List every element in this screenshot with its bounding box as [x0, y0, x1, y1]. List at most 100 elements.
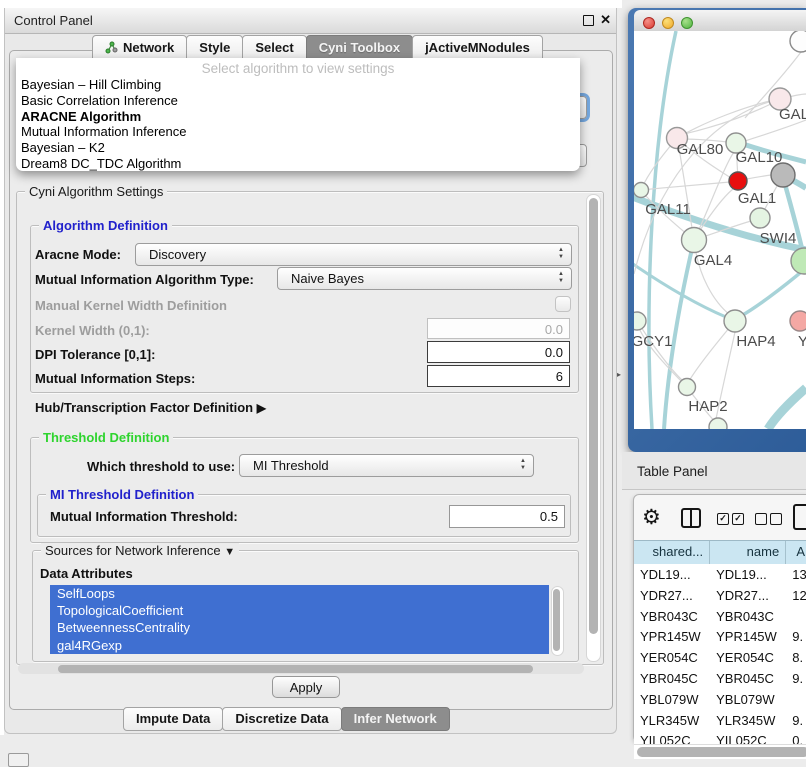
- network-node-hap2[interactable]: [679, 379, 696, 396]
- control-panel-titlebar[interactable]: Control Panel ✕: [5, 8, 616, 34]
- table-settings-button[interactable]: ⚙: [642, 505, 661, 530]
- attributes-scrollbar[interactable]: [551, 586, 564, 656]
- table-cell: YBR045C: [634, 668, 710, 689]
- table-cell: YPR145W: [634, 626, 710, 647]
- cyni-toolbox-page: ▲▼ gal-filtered sif default node ▲▼ Sele…: [9, 50, 613, 710]
- bottom-tab-infer-network[interactable]: Infer Network: [341, 707, 450, 731]
- table-row[interactable]: YPR145WYPR145W9.: [634, 626, 806, 647]
- settings-horizontal-scrollbar[interactable]: [18, 663, 584, 674]
- scrollbar-thumb[interactable]: [637, 747, 806, 757]
- table-row[interactable]: YDL19...YDL19...13: [634, 564, 806, 585]
- deselect-all-columns-button[interactable]: [755, 513, 782, 525]
- node-label-hap2: HAP2: [688, 398, 727, 415]
- mi-steps-field[interactable]: 6: [427, 365, 570, 387]
- kernel-width-field[interactable]: 0.0: [427, 318, 570, 339]
- scrollbar-thumb[interactable]: [589, 198, 598, 634]
- attribute-item-betweennesscentrality[interactable]: BetweennessCentrality: [50, 619, 549, 636]
- page-top-strip: [0, 0, 622, 8]
- tab-cyni-toolbox[interactable]: Cyni Toolbox: [306, 35, 413, 60]
- column-header-name[interactable]: name: [710, 541, 786, 564]
- table-row[interactable]: YDR27...YDR27...12: [634, 585, 806, 606]
- algorithm-option-bayesian-hill-climbing[interactable]: Bayesian – Hill Climbing: [16, 76, 580, 92]
- collapse-down-icon: ▼: [224, 546, 235, 558]
- select-columns-button[interactable]: [681, 508, 701, 528]
- column-header-shared[interactable]: shared...: [634, 541, 710, 564]
- network-node[interactable]: [729, 172, 747, 190]
- table-cell: YIL052C: [710, 730, 786, 744]
- table-panel-body: ⚙ ✓ ✓ shared...nameA YDL19...YDL19...13Y…: [633, 494, 806, 742]
- network-node[interactable]: [709, 418, 727, 429]
- attribute-item-topologicalcoefficient[interactable]: TopologicalCoefficient: [50, 602, 549, 619]
- network-canvas[interactable]: GALGAL80GAL10GAL11GAL1GAL4SWI4GCY1HAP4YH…: [634, 31, 806, 429]
- tab-select[interactable]: Select: [242, 35, 306, 60]
- sources-group-title[interactable]: Sources for Network Inference ▼: [41, 543, 239, 558]
- which-threshold-value: MI Threshold: [253, 458, 329, 473]
- select-all-columns-button[interactable]: ✓ ✓: [717, 513, 744, 525]
- network-icon: [105, 41, 118, 54]
- table-cell: YBR043C: [710, 606, 786, 627]
- aracne-mode-combo[interactable]: Discovery ▲▼: [135, 243, 572, 266]
- tab-label: Style: [199, 40, 230, 55]
- table-rows: YDL19...YDL19...13YDR27...YDR27...12YBR0…: [634, 564, 806, 744]
- table-horizontal-scrollbar[interactable]: [634, 744, 806, 759]
- manual-kernel-checkbox[interactable]: [555, 296, 571, 312]
- apply-button[interactable]: Apply: [272, 676, 340, 698]
- bottom-tab-discretize-data[interactable]: Discretize Data: [222, 707, 341, 731]
- split-pane-handle[interactable]: ▸: [617, 370, 621, 379]
- column-divider: [690, 510, 692, 526]
- close-icon[interactable]: ✕: [600, 12, 611, 28]
- network-node-gal4[interactable]: [682, 228, 707, 253]
- algorithm-option-mutual-information-inference[interactable]: Mutual Information Inference: [16, 123, 580, 139]
- popup-items: Bayesian – Hill ClimbingBasic Correlatio…: [16, 76, 580, 171]
- table-row[interactable]: YLR345WYLR345W9.: [634, 710, 806, 731]
- data-attributes-list[interactable]: SelfLoopsTopologicalCoefficientBetweenne…: [50, 585, 549, 657]
- mi-steps-label: Mutual Information Steps:: [35, 371, 195, 386]
- mi-type-combo[interactable]: Naive Bayes ▲▼: [277, 267, 572, 290]
- hub-definition-toggle[interactable]: Hub/Transcription Factor Definition ▶: [35, 400, 266, 415]
- algorithm-option-dream8-dc-tdc-algorithm[interactable]: Dream8 DC_TDC Algorithm: [16, 155, 580, 171]
- new-table-button[interactable]: [793, 504, 806, 530]
- bottom-tab-impute-data[interactable]: Impute Data: [123, 707, 223, 731]
- tab-label: Cyni Toolbox: [319, 40, 400, 55]
- attribute-item-selfloops[interactable]: SelfLoops: [50, 585, 549, 602]
- table-cell: 9.: [786, 626, 806, 647]
- network-node-gcy1[interactable]: [634, 312, 646, 330]
- network-node[interactable]: [790, 31, 806, 52]
- tab-style[interactable]: Style: [186, 35, 243, 60]
- table-row[interactable]: YBR045CYBR045C9.: [634, 668, 806, 689]
- table-row[interactable]: YBR043CYBR043C: [634, 606, 806, 627]
- scrollbar-thumb[interactable]: [58, 665, 533, 673]
- column-header-a[interactable]: A: [786, 541, 806, 564]
- mi-threshold-label: Mutual Information Threshold:: [50, 509, 238, 524]
- table-row[interactable]: YIL052CYIL052C0.: [634, 730, 806, 744]
- network-node-gal11[interactable]: [634, 183, 649, 198]
- network-node-y[interactable]: [790, 311, 806, 331]
- network-node-hap4[interactable]: [724, 310, 746, 332]
- close-traffic-light-icon[interactable]: [643, 17, 655, 29]
- table-cell: [786, 606, 806, 627]
- table-cell: 13: [786, 564, 806, 585]
- zoom-traffic-light-icon[interactable]: [681, 17, 693, 29]
- tab-network[interactable]: Network: [92, 35, 187, 60]
- table-row[interactable]: YBL079WYBL079W: [634, 689, 806, 710]
- combo-spinner-icon: ▲▼: [558, 271, 564, 285]
- aracne-mode-label: Aracne Mode:: [35, 247, 121, 262]
- network-node-swi4[interactable]: [791, 248, 806, 274]
- algorithm-option-aracne-algorithm[interactable]: ARACNE Algorithm: [16, 108, 580, 124]
- network-node[interactable]: [771, 163, 795, 187]
- network-node-gal1[interactable]: [750, 208, 770, 228]
- table-row[interactable]: YER054CYER054C8.: [634, 647, 806, 668]
- minimize-traffic-light-icon[interactable]: [662, 17, 674, 29]
- kernel-width-label: Kernel Width (0,1):: [35, 323, 150, 338]
- dpi-tolerance-field[interactable]: 0.0: [427, 341, 570, 363]
- scrollbar-thumb[interactable]: [553, 589, 560, 651]
- tab-jactivemnodules[interactable]: jActiveMNodules: [412, 35, 543, 60]
- attribute-item-gal4rgexp[interactable]: gal4RGexp: [50, 637, 549, 654]
- which-threshold-combo[interactable]: MI Threshold ▲▼: [239, 454, 534, 477]
- collapsed-panel-button[interactable]: [8, 753, 29, 767]
- mi-threshold-field[interactable]: 0.5: [449, 505, 565, 528]
- algorithm-option-bayesian-k2[interactable]: Bayesian – K2: [16, 139, 580, 155]
- algorithm-option-basic-correlation-inference[interactable]: Basic Correlation Inference: [16, 92, 580, 108]
- settings-vertical-scrollbar[interactable]: [586, 194, 601, 662]
- float-window-icon[interactable]: [583, 15, 594, 26]
